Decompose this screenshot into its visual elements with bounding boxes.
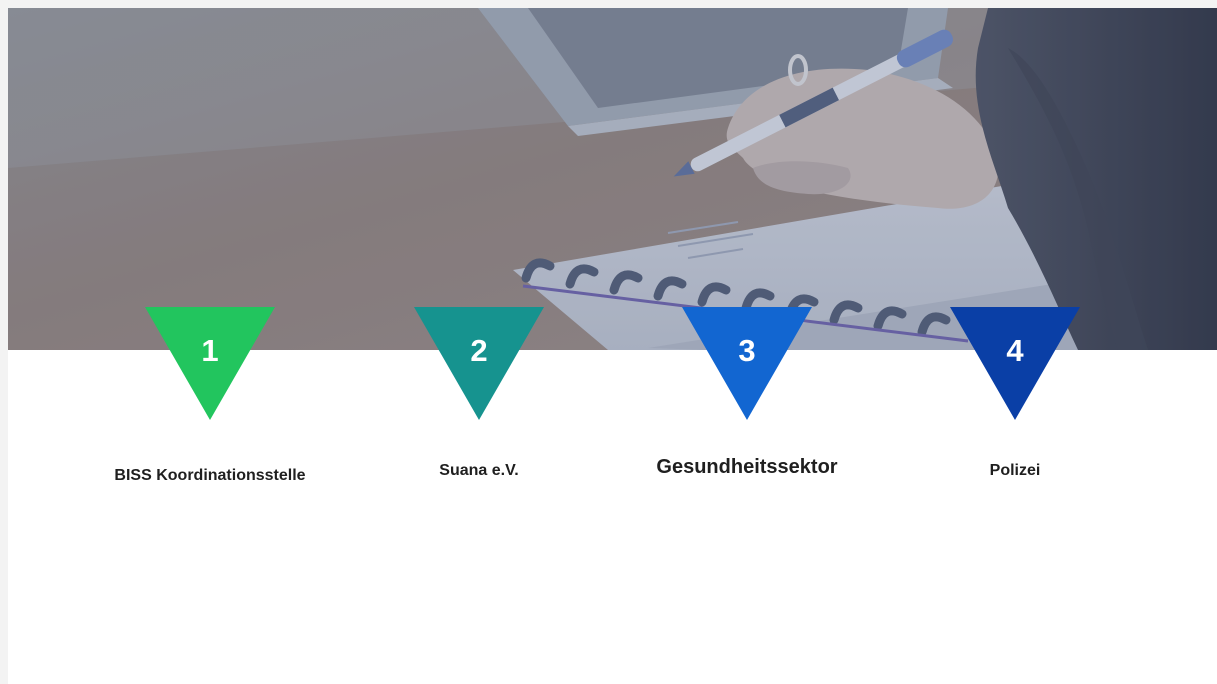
header-photo — [8, 8, 1217, 350]
slide: 1 2 3 4 BISS Koordinationsstelle Suana e… — [8, 8, 1217, 684]
step-number-1: 1 — [201, 333, 219, 368]
step-number-3: 3 — [738, 333, 756, 368]
step-number-2: 2 — [470, 333, 488, 368]
step-label-2: Suana e.V. — [439, 462, 519, 479]
step-number-4: 4 — [1006, 333, 1024, 368]
step-marker-3: 3 — [682, 307, 812, 420]
step-label-4: Polizei — [989, 462, 1041, 479]
step-label-1: BISS Koordinationsstelle — [114, 467, 306, 484]
step-marker-4: 4 — [950, 307, 1080, 420]
step-label-3: Gesundheitssektor — [656, 456, 838, 478]
step-marker-1: 1 — [145, 307, 275, 420]
step-marker-2: 2 — [414, 307, 544, 420]
